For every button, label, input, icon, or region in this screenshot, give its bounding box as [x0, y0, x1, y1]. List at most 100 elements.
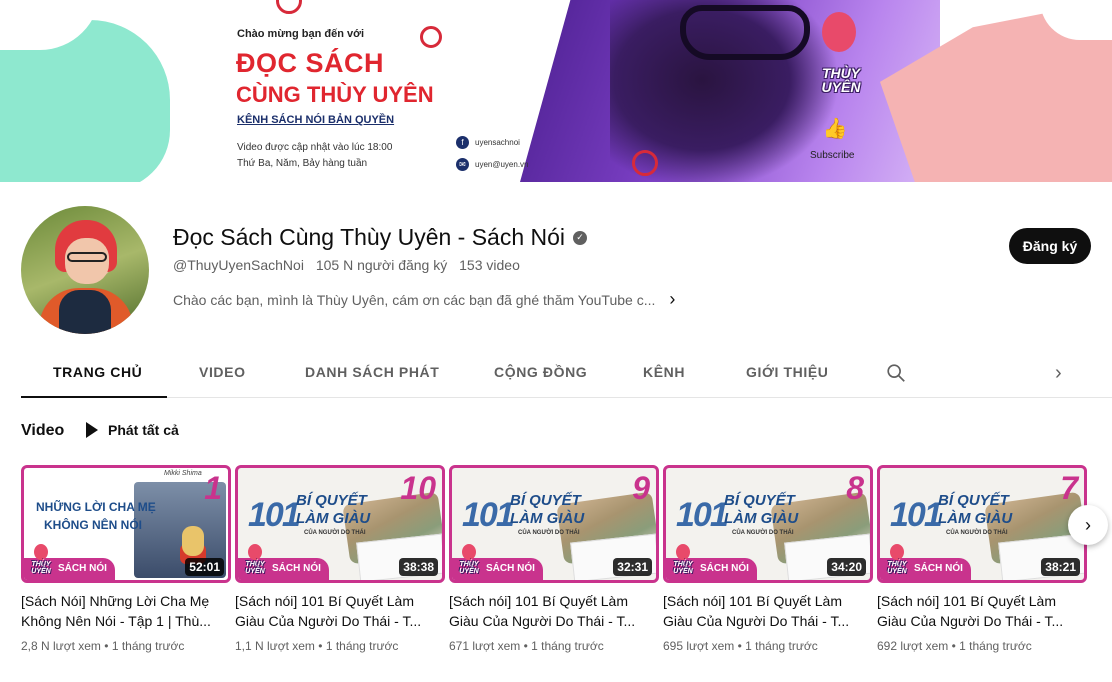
thumb-title-line2: LÀM GIÀU: [938, 510, 1013, 527]
banner-ring: [420, 26, 442, 48]
banner-email: ✉ uyen@uyen.vn: [456, 158, 529, 171]
video-card[interactable]: 101 BÍ QUYẾT LÀM GIÀU CỦA NGƯỜI DO THÁI …: [877, 465, 1087, 653]
thumb-logo-text: THÙY UYÊN: [245, 561, 265, 575]
tab-channels[interactable]: KÊNH: [643, 364, 685, 380]
episode-number: 8: [846, 470, 864, 506]
channel-handle: @ThuyUyenSachNoi: [173, 257, 304, 273]
tab-community[interactable]: CỘNG ĐỒNG: [494, 364, 587, 380]
video-thumbnail[interactable]: 101 BÍ QUYẾT LÀM GIÀU CỦA NGƯỜI DO THÁI …: [663, 465, 873, 583]
tab-home[interactable]: TRANG CHỦ: [53, 364, 142, 380]
thumb-title-line1: BÍ QUYẾT: [938, 492, 1009, 509]
video-duration: 38:21: [1041, 558, 1080, 576]
video-thumbnail[interactable]: 101 BÍ QUYẾT LÀM GIÀU CỦA NGƯỜI DO THÁI …: [235, 465, 445, 583]
video-title[interactable]: [Sách nói] 101 Bí Quyết Làm Giàu Của Ngư…: [449, 591, 659, 631]
mail-icon: ✉: [456, 158, 469, 171]
tab-playlists[interactable]: DANH SÁCH PHÁT: [305, 364, 439, 380]
thumb-title-line1: BÍ QUYẾT: [296, 492, 367, 509]
video-duration: 38:38: [399, 558, 438, 576]
video-thumbnail[interactable]: Mikki Shima NHỮNG LỜI CHA MẸ KHÔNG NÊN N…: [21, 465, 231, 583]
chevron-right-icon: ›: [669, 289, 676, 309]
video-age: 1 tháng trước: [111, 639, 185, 653]
thumb-subtitle: CỦA NGƯỜI DO THÁI: [946, 530, 1008, 536]
video-duration: 34:20: [827, 558, 866, 576]
video-title[interactable]: [Sách nói] 101 Bí Quyết Làm Giàu Của Ngư…: [663, 591, 873, 631]
logo-portrait: [822, 12, 856, 52]
tabs-next-chevron-icon[interactable]: ›: [1055, 362, 1062, 385]
thumb-logo-text: THÙY UYÊN: [887, 561, 907, 575]
thumb-title-line1: BÍ QUYẾT: [510, 492, 581, 509]
banner-update-line1: Video được cập nhật vào lúc 18:00: [237, 142, 393, 153]
thumb-author: Mikki Shima: [164, 470, 202, 477]
banner-logo: THÙY UYÊN: [804, 10, 876, 100]
avatar-glasses: [67, 252, 107, 262]
video-card[interactable]: 101 BÍ QUYẾT LÀM GIÀU CỦA NGƯỜI DO THÁI …: [449, 465, 659, 653]
verified-check-icon: ✓: [573, 230, 588, 245]
thumb-subtitle: CỦA NGƯỜI DO THÁI: [518, 530, 580, 536]
active-tab-indicator: [21, 396, 167, 398]
subscribe-button[interactable]: Đăng ký: [1009, 228, 1091, 264]
thumb-title-line2: LÀM GIÀU: [510, 510, 585, 527]
video-meta: 1,1 N lượt xem • 1 tháng trước: [235, 639, 445, 653]
play-all-button[interactable]: Phát tất cả: [86, 422, 179, 438]
channel-subscribers: 105 N người đăng ký: [315, 257, 448, 273]
video-views: 692 lượt xem: [877, 639, 949, 653]
video-thumbnail[interactable]: 101 BÍ QUYẾT LÀM GIÀU CỦA NGƯỜI DO THÁI …: [877, 465, 1087, 583]
section-title[interactable]: Video: [21, 422, 64, 440]
banner-glasses: [680, 5, 810, 60]
channel-description[interactable]: Chào các bạn, mình là Thùy Uyên, cám ơn …: [173, 289, 675, 310]
video-duration: 52:01: [185, 558, 224, 576]
video-meta: 2,8 N lượt xem • 1 tháng trước: [21, 639, 231, 653]
video-views: 671 lượt xem: [449, 639, 521, 653]
banner-facebook-text: uyensachnoi: [475, 138, 520, 147]
banner-welcome: Chào mừng bạn đến với: [237, 28, 365, 40]
thumbs-up-icon: 👍: [822, 118, 848, 140]
thumb-title-line2: LÀM GIÀU: [296, 510, 371, 527]
video-age: 1 tháng trước: [531, 639, 604, 653]
banner-update-line2: Thứ Ba, Năm, Bảy hàng tuần: [237, 158, 368, 169]
thumb-logo: THÙY UYÊN: [26, 544, 56, 578]
thumb-logo-portrait: [248, 544, 262, 560]
video-thumbnail[interactable]: 101 BÍ QUYẾT LÀM GIÀU CỦA NGƯỜI DO THÁI …: [449, 465, 659, 583]
thumb-logo: THÙY UYÊN: [668, 544, 698, 578]
banner-tagline: KÊNH SÁCH NÓI BẢN QUYỀN: [237, 114, 395, 126]
banner-email-text: uyen@uyen.vn: [475, 160, 529, 169]
video-title[interactable]: [Sách nói] 101 Bí Quyết Làm Giàu Của Ngư…: [235, 591, 445, 631]
banner-subscribe-text: Subscribe: [810, 150, 855, 161]
banner-ring: [276, 0, 302, 14]
video-card[interactable]: 101 BÍ QUYẾT LÀM GIÀU CỦA NGƯỜI DO THÁI …: [663, 465, 873, 653]
thumb-logo-portrait: [676, 544, 690, 560]
video-views: 2,8 N lượt xem: [21, 639, 101, 653]
video-card[interactable]: 101 BÍ QUYẾT LÀM GIÀU CỦA NGƯỜI DO THÁI …: [235, 465, 445, 653]
thumb-title-line1: BÍ QUYẾT: [724, 492, 795, 509]
thumb-logo-text: THÙY UYÊN: [31, 561, 51, 575]
video-meta: 671 lượt xem • 1 tháng trước: [449, 639, 659, 653]
episode-number: 1: [204, 470, 222, 506]
video-age: 1 tháng trước: [745, 639, 818, 653]
video-views: 1,1 N lượt xem: [235, 639, 315, 653]
thumb-child-head: [182, 526, 204, 556]
play-icon: [86, 422, 98, 438]
video-card[interactable]: Mikki Shima NHỮNG LỜI CHA MẸ KHÔNG NÊN N…: [21, 465, 231, 653]
thumb-title-line1: NHỮNG LỜI CHA MẸ: [36, 500, 156, 514]
carousel-next-chevron-icon[interactable]: ›: [1068, 505, 1108, 545]
tab-videos[interactable]: VIDEO: [199, 364, 246, 380]
meta-separator: •: [951, 639, 956, 653]
thumb-number: 101: [676, 496, 729, 534]
search-icon[interactable]: [885, 362, 907, 384]
banner-title-line2: CÙNG THÙY UYÊN: [236, 82, 434, 107]
thumb-title-line2: LÀM GIÀU: [724, 510, 799, 527]
avatar-shirt: [59, 290, 111, 334]
channel-banner: Chào mừng bạn đến với ĐỌC SÁCH CÙNG THÙY…: [0, 0, 1112, 182]
banner-logo-text: THÙY UYÊN: [821, 65, 861, 95]
video-title[interactable]: [Sách Nói] Những Lời Cha Mẹ Không Nên Nó…: [21, 591, 231, 631]
video-meta: 695 lượt xem • 1 tháng trước: [663, 639, 873, 653]
video-age: 1 tháng trước: [959, 639, 1032, 653]
video-title[interactable]: [Sách nói] 101 Bí Quyết Làm Giàu Của Ngư…: [877, 591, 1087, 631]
channel-avatar[interactable]: [21, 206, 149, 334]
thumb-logo-text: THÙY UYÊN: [459, 561, 479, 575]
thumb-number: 101: [462, 496, 515, 534]
tab-about[interactable]: GIỚI THIỆU: [746, 364, 829, 380]
meta-separator: •: [523, 639, 528, 653]
thumb-logo: THÙY UYÊN: [240, 544, 270, 578]
thumb-title-line2: KHÔNG NÊN NÓI: [44, 518, 143, 532]
